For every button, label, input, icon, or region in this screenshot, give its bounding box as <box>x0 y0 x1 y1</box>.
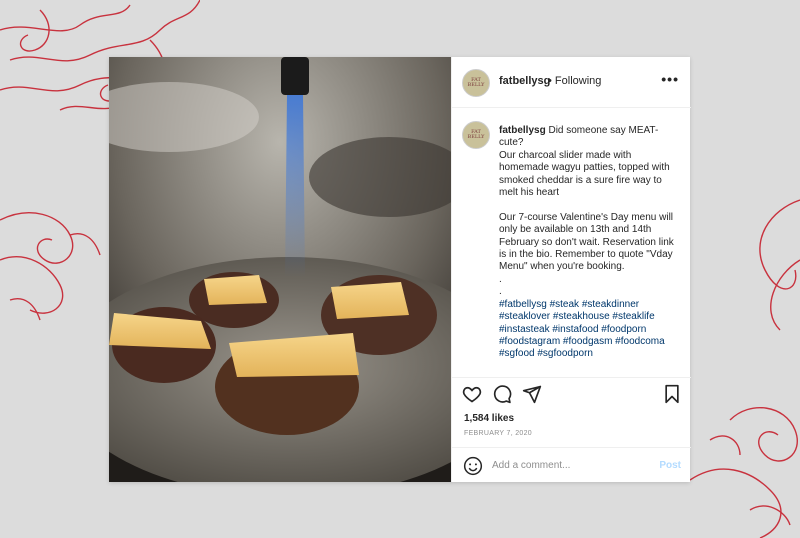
heart-icon[interactable] <box>462 384 482 404</box>
post-date[interactable]: FEBRUARY 7, 2020 <box>464 430 532 437</box>
instagram-post-card: FAT BELLY fatbellysg • Following ••• FAT… <box>109 57 691 482</box>
comment-input[interactable]: Add a comment... <box>492 460 570 471</box>
post-header: FAT BELLY fatbellysg • Following ••• <box>452 57 691 108</box>
emoji-icon[interactable] <box>463 456 483 476</box>
ornament-right <box>690 199 800 538</box>
avatar-logo-text: FAT BELLY <box>467 77 485 88</box>
action-bar: 1,584 likes FEBRUARY 7, 2020 Add a comme… <box>452 377 691 483</box>
caption-section: FAT BELLY fatbellysg Did someone say MEA… <box>452 108 691 376</box>
comment-bar: Add a comment... Post <box>452 447 691 484</box>
likes-count[interactable]: 1,584 likes <box>464 413 514 424</box>
sliders-photo <box>109 57 451 482</box>
caption-avatar[interactable]: FAT BELLY <box>462 121 490 149</box>
comment-icon[interactable] <box>492 384 512 404</box>
caption-avatar-logo-text: FAT BELLY <box>467 129 485 140</box>
username-link[interactable]: fatbellysg <box>499 75 550 87</box>
share-icon[interactable] <box>522 384 542 404</box>
caption-body: Did someone say MEAT-cute? Our charcoal … <box>499 125 674 298</box>
post-comment-button[interactable]: Post <box>659 460 681 471</box>
caption-text: fatbellysg Did someone say MEAT-cute? Ou… <box>499 125 679 361</box>
following-status[interactable]: • Following <box>548 75 601 87</box>
caption-username[interactable]: fatbellysg <box>499 125 546 136</box>
caption-hashtags[interactable]: #fatbellysg #steak #steakdinner #steaklo… <box>499 299 667 360</box>
post-photo[interactable] <box>109 57 451 482</box>
bookmark-icon[interactable] <box>662 384 682 404</box>
more-options-icon[interactable]: ••• <box>661 71 679 87</box>
avatar[interactable]: FAT BELLY <box>462 69 490 97</box>
post-sidebar: FAT BELLY fatbellysg • Following ••• FAT… <box>451 57 691 482</box>
ornament-left <box>0 212 101 321</box>
